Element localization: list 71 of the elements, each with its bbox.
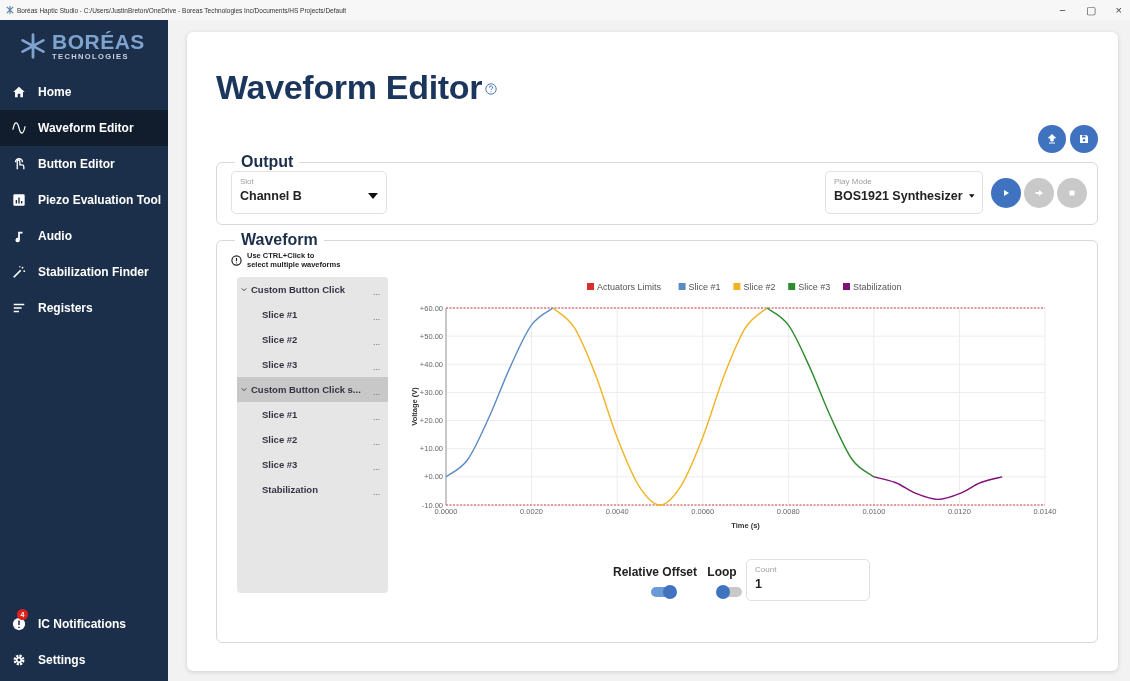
section-title: Waveform (240, 231, 319, 249)
nav-item[interactable]: Audio (0, 218, 168, 254)
nav-item[interactable]: Registers (0, 290, 168, 326)
tree-item[interactable]: Slice #2 ... (237, 427, 388, 452)
item-label: Slice #1 (262, 309, 299, 320)
play-mode-dropdown[interactable]: Play Mode BOS1921 Synthesizer (825, 171, 983, 214)
help-icon[interactable] (485, 83, 498, 95)
chevron-icon (241, 287, 247, 292)
legend-item[interactable]: Slice #3 (788, 282, 831, 292)
minimize-button[interactable]: − (1059, 3, 1066, 17)
caret-icon (968, 193, 974, 199)
item-label: Custom Button Click s... (251, 384, 362, 395)
upload-button[interactable] (1038, 125, 1066, 153)
legend-label: Stabilization (853, 282, 902, 292)
tree-item[interactable]: Custom Button Click s... ... (237, 377, 388, 402)
legend-item[interactable]: Actuators Limits (587, 282, 662, 292)
toggle-switch[interactable] (651, 587, 675, 597)
wave-icon (12, 121, 26, 135)
maximize-button[interactable]: ▢ (1085, 3, 1096, 17)
legend-label: Slice #2 (743, 282, 776, 292)
nav-item[interactable]: Home (0, 74, 168, 110)
lines-icon (12, 301, 26, 315)
toggle-switch[interactable] (718, 587, 743, 597)
nav-item[interactable]: Button Editor (0, 146, 168, 182)
brand-name: BORÉAS (52, 31, 145, 52)
close-button[interactable]: × (1115, 3, 1122, 17)
app-icon (6, 6, 14, 14)
toggle-label: Relative Offset (613, 565, 698, 579)
item-label: Slice #3 (262, 459, 299, 470)
item-label: Slice #1 (262, 409, 299, 420)
upload-icon (1046, 133, 1058, 145)
save-button[interactable] (1070, 125, 1098, 153)
count-field[interactable]: Count 1 (746, 559, 871, 601)
item-label: Stabilization (262, 484, 319, 495)
info-icon (231, 254, 242, 266)
home-icon (12, 85, 26, 99)
caret-icon (368, 193, 378, 199)
legend-item[interactable]: Stabilization (843, 282, 902, 292)
tree-item[interactable]: Custom Button Click ... (237, 277, 388, 302)
page-title: Waveform Editor (216, 68, 483, 107)
tree-item[interactable]: Slice #3 ... (237, 352, 388, 377)
legend-label: Slice #1 (688, 282, 721, 292)
settings-icon (12, 653, 26, 667)
item-label: Slice #3 (262, 359, 299, 370)
tree-item[interactable]: Slice #1 ... (237, 302, 388, 327)
nav-item[interactable]: Waveform Editor (0, 110, 168, 146)
toggle-label: Loop (707, 565, 737, 579)
tree-item[interactable]: Slice #2 ... (237, 327, 388, 352)
slot-dropdown[interactable]: Slot Channel B (231, 171, 387, 214)
play-icon (1001, 187, 1011, 198)
tree-item[interactable]: Slice #1 ... (237, 402, 388, 427)
legend-item[interactable]: Slice #2 (733, 282, 776, 292)
nav-item[interactable]: Settings (0, 642, 168, 678)
alert-icon (12, 617, 26, 631)
nav-item[interactable]: Stabilization Finder (0, 254, 168, 290)
bar-chart-icon (12, 193, 26, 207)
hand-icon (12, 157, 26, 171)
legend-item[interactable]: Slice #1 (678, 282, 721, 292)
wand-icon (12, 265, 26, 279)
item-label: Slice #2 (262, 334, 299, 345)
tree-item[interactable]: Stabilization ... (237, 477, 388, 502)
item-label: Slice #2 (262, 434, 299, 445)
nav-item[interactable]: Piezo Evaluation Tool (0, 182, 168, 218)
item-label: Custom Button Click (251, 284, 346, 295)
legend-label: Slice #3 (798, 282, 831, 292)
section-title: Output (240, 153, 295, 171)
arrow-right-icon (1034, 187, 1044, 198)
tree-item[interactable]: Slice #3 ... (237, 452, 388, 477)
play-button[interactable] (991, 177, 1021, 208)
chevron-icon (241, 387, 247, 392)
snowflake-icon (20, 33, 46, 59)
